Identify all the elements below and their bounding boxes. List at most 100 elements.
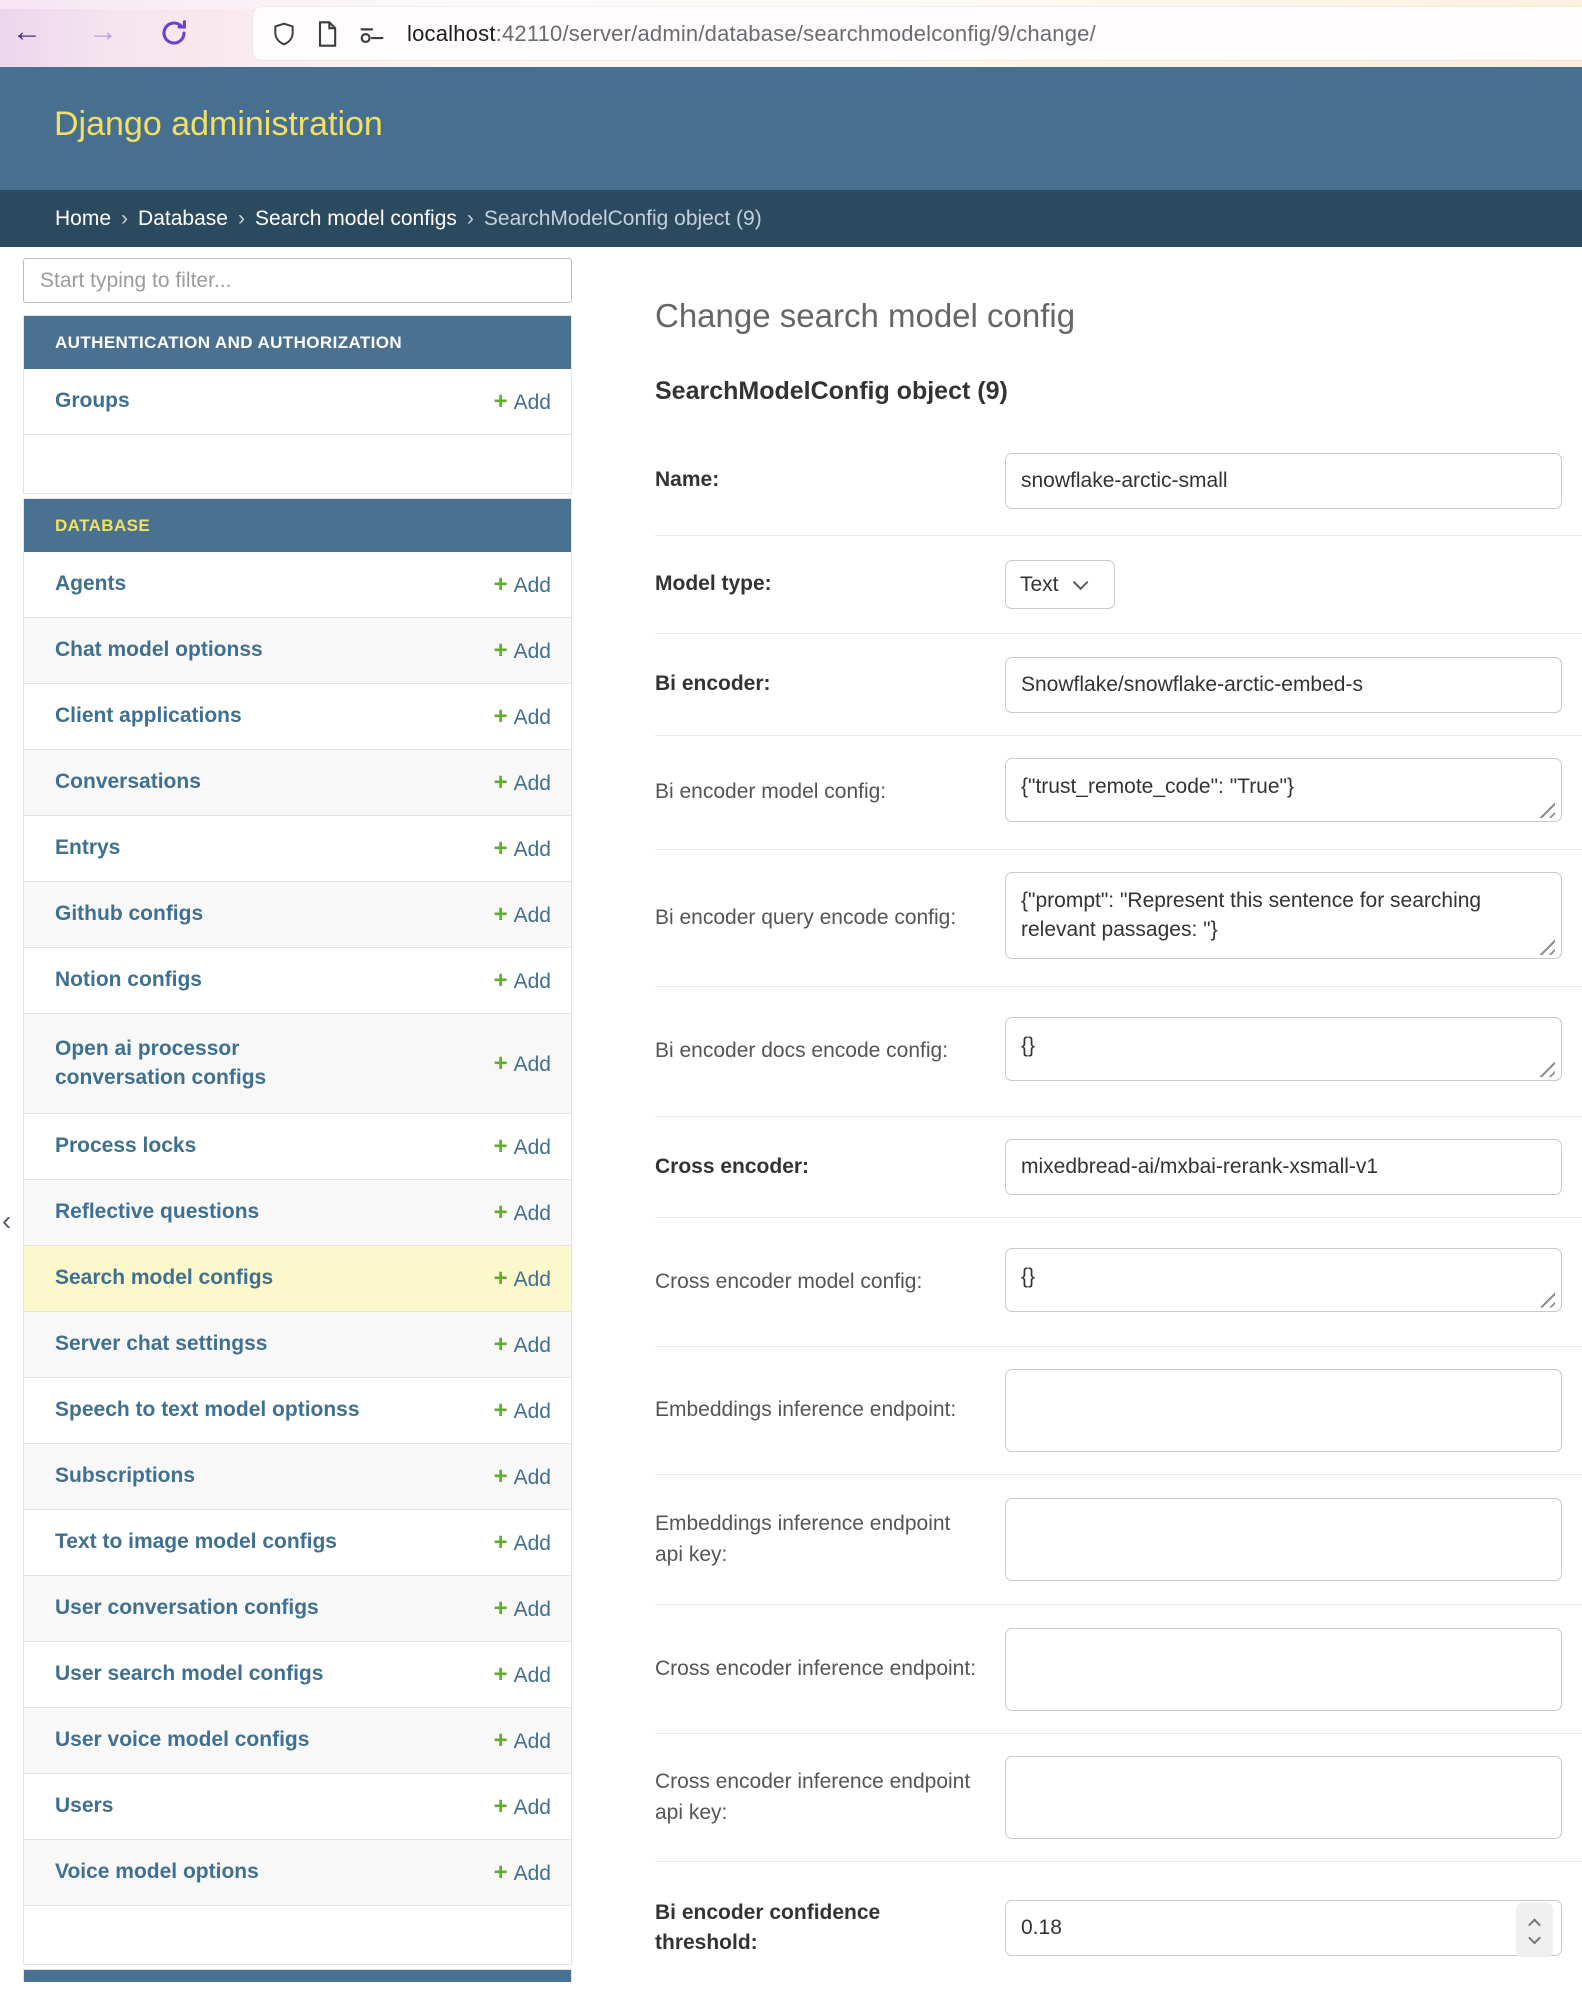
bi-encoder-input[interactable]: [1005, 657, 1562, 713]
add-text-to-image-model-configs-button[interactable]: +Add: [494, 1529, 551, 1557]
breadcrumb-current: SearchModelConfig object (9): [484, 207, 762, 231]
sidebar-link-text-to-image-model-configs[interactable]: Text to image model configs: [55, 1528, 337, 1556]
field-label-bi-encoder: Bi encoder:: [655, 669, 1005, 699]
sidebar-item-process-locks: Process locks +Add: [24, 1114, 571, 1180]
sidebar-collapse-icon[interactable]: ‹: [2, 1205, 11, 1237]
form-row-bi-encoder-confidence-threshold: Bi encoder confidence threshold:: [655, 1862, 1582, 1994]
add-reflective-questions-button[interactable]: +Add: [494, 1199, 551, 1227]
field-label-cross-encoder-inference-endpoint: Cross encoder inference endpoint:: [655, 1654, 1005, 1684]
sidebar-link-agents[interactable]: Agents: [55, 570, 126, 598]
url-bar[interactable]: localhost:42110/server/admin/database/se…: [253, 7, 1582, 60]
plus-icon: +: [494, 835, 508, 862]
permissions-icon[interactable]: [357, 21, 387, 47]
cross-encoder-input[interactable]: [1005, 1139, 1562, 1195]
add-subscriptions-button[interactable]: +Add: [494, 1463, 551, 1491]
form-row-bi-encoder-model-config: Bi encoder model config: {"trust_remote_…: [655, 736, 1582, 850]
breadcrumb-search-model-configs[interactable]: Search model configs: [255, 207, 457, 231]
add-agents-button[interactable]: +Add: [494, 571, 551, 599]
add-entrys-button[interactable]: +Add: [494, 835, 551, 863]
main-content: Change search model config SearchModelCo…: [655, 247, 1582, 1994]
sidebar-link-client-applications[interactable]: Client applications: [55, 702, 242, 730]
sidebar-link-open-ai-processor-conversation-configs[interactable]: Open ai processor conversation configs: [55, 1035, 355, 1092]
app-caption-partial: [23, 1969, 572, 1982]
sidebar-item-user-search-model-configs: User search model configs +Add: [24, 1642, 571, 1708]
add-notion-configs-button[interactable]: +Add: [494, 967, 551, 995]
shield-icon[interactable]: [271, 20, 297, 48]
bi-encoder-model-config-textarea[interactable]: {"trust_remote_code": "True"}: [1005, 758, 1562, 822]
sidebar-link-server-chat-settingss[interactable]: Server chat settingss: [55, 1330, 267, 1358]
bi-encoder-query-encode-config-textarea[interactable]: {"prompt": "Represent this sentence for …: [1005, 872, 1562, 959]
object-title: SearchModelConfig object (9): [655, 377, 1582, 406]
plus-icon: +: [494, 967, 508, 994]
reload-icon[interactable]: [158, 17, 190, 49]
sidebar-link-notion-configs[interactable]: Notion configs: [55, 966, 202, 994]
add-client-applications-button[interactable]: +Add: [494, 703, 551, 731]
sidebar-link-user-search-model-configs[interactable]: User search model configs: [55, 1660, 323, 1688]
breadcrumb-home[interactable]: Home: [55, 207, 111, 231]
plus-icon: +: [494, 769, 508, 796]
sidebar-link-users[interactable]: Users: [55, 1792, 113, 1820]
embeddings-inference-endpoint-input[interactable]: [1005, 1369, 1562, 1452]
sidebar-link-subscriptions[interactable]: Subscriptions: [55, 1462, 195, 1490]
form-row-name: Name:: [655, 426, 1582, 536]
sidebar-link-groups[interactable]: Groups: [55, 387, 130, 415]
sidebar-link-reflective-questions[interactable]: Reflective questions: [55, 1198, 259, 1226]
add-user-voice-model-configs-button[interactable]: +Add: [494, 1727, 551, 1755]
sidebar-link-conversations[interactable]: Conversations: [55, 768, 201, 796]
field-label-cross-encoder: Cross encoder:: [655, 1152, 1005, 1182]
sidebar-item-server-chat-settingss: Server chat settingss +Add: [24, 1312, 571, 1378]
plus-icon: +: [494, 1661, 508, 1688]
add-process-locks-button[interactable]: +Add: [494, 1133, 551, 1161]
add-groups-button[interactable]: +Add: [494, 388, 551, 416]
field-label-bi-encoder-query-encode-config: Bi encoder query encode config:: [655, 903, 1005, 933]
cross-encoder-model-config-textarea[interactable]: {}: [1005, 1248, 1562, 1312]
sidebar-filter-input[interactable]: [23, 258, 572, 303]
name-input[interactable]: [1005, 453, 1562, 509]
sidebar-item-reflective-questions: Reflective questions +Add: [24, 1180, 571, 1246]
sidebar-link-process-locks[interactable]: Process locks: [55, 1132, 196, 1160]
breadcrumb-database[interactable]: Database: [138, 207, 228, 231]
sidebar-item-chat-model-optionss: Chat model optionss +Add: [24, 618, 571, 684]
cross-encoder-inference-endpoint-api-key-input[interactable]: [1005, 1756, 1562, 1839]
add-github-configs-button[interactable]: +Add: [494, 901, 551, 929]
cross-encoder-inference-endpoint-input[interactable]: [1005, 1628, 1562, 1711]
bi-encoder-confidence-threshold-input[interactable]: [1005, 1900, 1562, 1956]
add-speech-to-text-model-optionss-button[interactable]: +Add: [494, 1397, 551, 1425]
sidebar-item-users: Users +Add: [24, 1774, 571, 1840]
sidebar-link-user-conversation-configs[interactable]: User conversation configs: [55, 1594, 319, 1622]
number-stepper[interactable]: [1516, 1902, 1553, 1957]
sidebar-link-user-voice-model-configs[interactable]: User voice model configs: [55, 1726, 309, 1754]
add-open-ai-processor-conversation-configs-button[interactable]: +Add: [494, 1050, 551, 1078]
add-user-conversation-configs-button[interactable]: +Add: [494, 1595, 551, 1623]
add-chat-model-optionss-button[interactable]: +Add: [494, 637, 551, 665]
add-search-model-configs-button[interactable]: +Add: [494, 1265, 551, 1293]
add-voice-model-options-button[interactable]: +Add: [494, 1859, 551, 1887]
add-users-button[interactable]: +Add: [494, 1793, 551, 1821]
back-icon[interactable]: ←: [12, 12, 42, 52]
sidebar-link-github-configs[interactable]: Github configs: [55, 900, 203, 928]
url-text[interactable]: localhost:42110/server/admin/database/se…: [407, 21, 1096, 47]
bi-encoder-docs-encode-config-textarea[interactable]: {}: [1005, 1017, 1562, 1081]
add-conversations-button[interactable]: +Add: [494, 769, 551, 797]
sidebar-item-github-configs: Github configs +Add: [24, 882, 571, 948]
sidebar-item-user-voice-model-configs: User voice model configs +Add: [24, 1708, 571, 1774]
sidebar-item-text-to-image-model-configs: Text to image model configs +Add: [24, 1510, 571, 1576]
form-row-cross-encoder-inference-endpoint: Cross encoder inference endpoint:: [655, 1605, 1582, 1734]
add-user-search-model-configs-button[interactable]: +Add: [494, 1661, 551, 1689]
sidebar-link-entrys[interactable]: Entrys: [55, 834, 120, 862]
sidebar-link-search-model-configs[interactable]: Search model configs: [55, 1264, 273, 1292]
sidebar-link-speech-to-text-model-optionss[interactable]: Speech to text model optionss: [55, 1396, 360, 1424]
field-label-bi-encoder-docs-encode-config: Bi encoder docs encode config:: [655, 1036, 1005, 1066]
field-label-cross-encoder-inference-endpoint-api-key: Cross encoder inference endpoint api key…: [655, 1767, 1005, 1828]
sidebar-link-chat-model-optionss[interactable]: Chat model optionss: [55, 636, 263, 664]
page-icon[interactable]: [315, 20, 339, 48]
site-title[interactable]: Django administration: [54, 105, 383, 144]
form-row-bi-encoder-query-encode-config: Bi encoder query encode config: {"prompt…: [655, 850, 1582, 987]
model-type-select[interactable]: Text: [1005, 560, 1115, 609]
add-server-chat-settingss-button[interactable]: +Add: [494, 1331, 551, 1359]
forward-icon[interactable]: →: [88, 12, 118, 52]
plus-icon: +: [494, 1529, 508, 1556]
embeddings-inference-endpoint-api-key-input[interactable]: [1005, 1498, 1562, 1581]
sidebar-link-voice-model-options[interactable]: Voice model options: [55, 1858, 259, 1886]
app-caption-auth: AUTHENTICATION AND AUTHORIZATION: [24, 316, 571, 369]
